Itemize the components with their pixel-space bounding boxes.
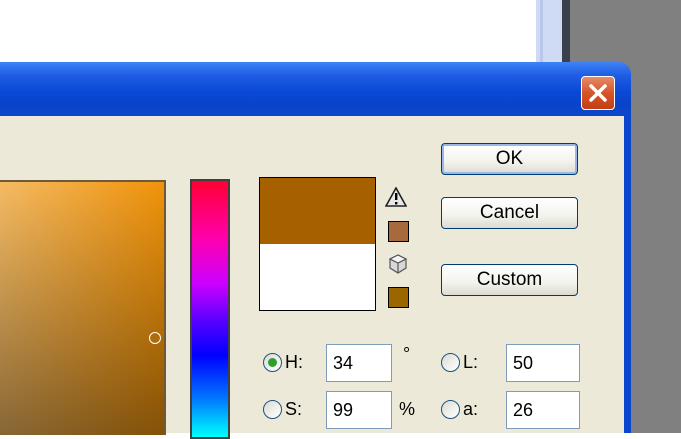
hue-unit: °	[403, 344, 411, 364]
title-bar[interactable]	[0, 62, 631, 116]
color-preview	[259, 177, 376, 311]
hue-slider[interactable]	[190, 179, 230, 439]
saturation-input[interactable]	[326, 391, 392, 429]
a-channel-input[interactable]	[506, 391, 580, 429]
color-field-cursor[interactable]	[149, 332, 161, 344]
cube-icon[interactable]	[387, 253, 409, 275]
cancel-button[interactable]: Cancel	[441, 197, 578, 229]
gamut-warning-swatch[interactable]	[388, 221, 409, 242]
a-channel-label: a:	[463, 399, 479, 419]
warning-icon[interactable]	[385, 187, 407, 207]
saturation-unit: %	[399, 399, 416, 419]
dialog-frame-right	[624, 116, 631, 433]
current-color-swatch[interactable]	[260, 244, 375, 310]
hue-radio[interactable]	[263, 353, 282, 372]
a-channel-radio[interactable]	[441, 400, 460, 419]
ok-button[interactable]: OK	[441, 143, 578, 175]
hue-input[interactable]	[326, 344, 392, 382]
color-field[interactable]	[0, 180, 166, 435]
lightness-input[interactable]	[506, 344, 580, 382]
lightness-label: L:	[463, 352, 479, 372]
lightness-radio[interactable]	[441, 353, 460, 372]
close-icon	[589, 84, 607, 102]
close-button[interactable]	[581, 76, 615, 110]
new-color-swatch	[260, 178, 375, 244]
saturation-label: S:	[285, 399, 303, 419]
saturation-radio[interactable]	[263, 400, 282, 419]
web-safe-swatch[interactable]	[388, 287, 409, 308]
custom-button[interactable]: Custom	[441, 264, 578, 296]
radio-selected-dot	[268, 358, 277, 367]
hue-label: H:	[285, 352, 303, 372]
